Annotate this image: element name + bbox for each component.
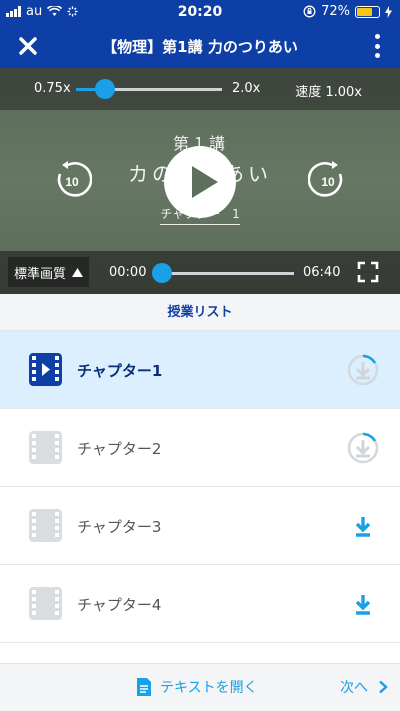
page-title: 【物理】第1講 力のつりあい [102,38,298,56]
orientation-lock-icon [303,5,316,18]
speed-min-label: 0.75x [34,81,71,96]
film-icon [29,509,62,542]
total-time: 06:40 [303,265,341,280]
more-vertical-icon[interactable] [372,34,382,58]
list-item-label: チャプター3 [77,518,162,536]
list-item-label: チャプター4 [77,596,162,614]
status-bar: au 20:20 72% [0,0,400,24]
film-icon [29,353,62,386]
triangle-up-icon [72,267,84,277]
list-item-label: チャプター2 [77,440,162,458]
quality-label: 標準画質 [14,266,67,282]
play-icon [192,166,218,198]
open-text-label: テキストを開く [160,680,258,696]
skip-forward-seconds: 10 [321,175,335,189]
chevron-right-icon [379,680,388,694]
battery-icon [355,5,380,18]
current-time: 00:00 [109,265,147,280]
app-header: 【物理】第1講 力のつりあい [0,24,400,68]
speed-control-bar: 0.75x 2.0x 速度 1.00x [0,68,400,110]
lesson-list-title: 授業リスト [0,294,400,331]
seek-bar-handle[interactable] [152,263,172,283]
bottom-bar: テキストを開く 次へ [0,663,400,711]
charging-icon [385,5,392,18]
skip-back-seconds: 10 [65,175,79,189]
film-icon [29,431,62,464]
download-icon[interactable] [347,510,379,542]
play-button[interactable] [164,146,236,218]
close-icon[interactable] [14,32,42,60]
next-button[interactable]: 次へ [340,677,388,697]
open-text-button[interactable]: テキストを開く [136,677,258,697]
list-item[interactable]: チャプター1 [0,331,400,409]
seek-bar-track[interactable] [160,272,294,275]
forward-10-icon[interactable]: 10 [308,160,348,200]
list-item[interactable]: チャプター3 [0,487,400,565]
download-icon[interactable] [347,432,379,464]
fullscreen-icon[interactable] [357,261,379,283]
download-icon[interactable] [347,354,379,386]
download-icon[interactable] [347,588,379,620]
list-item[interactable]: チャプター4 [0,565,400,643]
document-icon [137,678,151,696]
quality-button[interactable]: 標準画質 [8,257,90,287]
film-icon [29,587,62,620]
video-player[interactable]: 第１講 カのつりあい チャプター 1 0.75x 2.0x 速度 1.00x 1… [0,68,400,294]
status-right: 72% [303,4,392,19]
speed-slider-handle[interactable] [95,79,116,99]
list-item[interactable]: チャプター2 [0,409,400,487]
playback-control-bar: 標準画質 00:00 06:40 [0,251,400,294]
battery-percent: 72% [321,4,350,19]
speed-max-label: 2.0x [232,81,261,96]
replay-10-icon[interactable]: 10 [52,160,92,200]
lesson-list: チャプター1 チャプター2 チャプター3 チャプター4 [0,331,400,643]
next-label: 次へ [340,680,368,696]
speed-readout: 速度 1.00x [295,85,362,100]
list-item-label: チャプター1 [77,362,163,380]
